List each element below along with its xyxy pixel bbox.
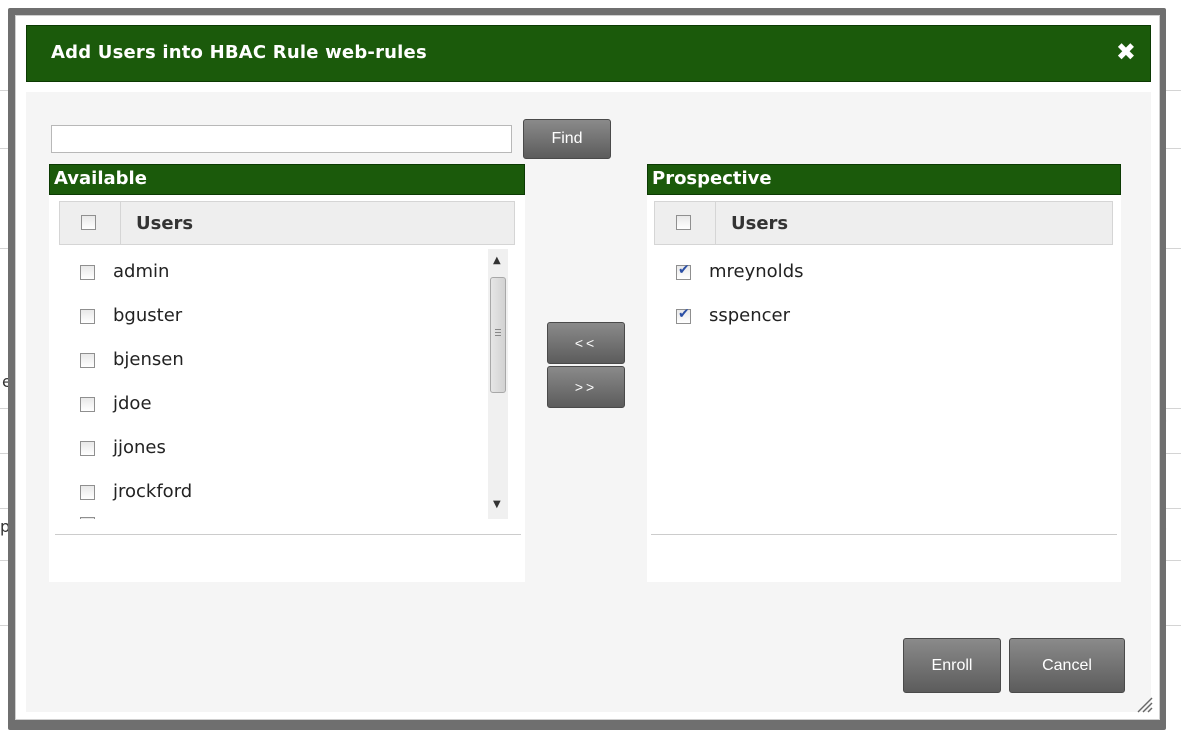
prospective-panel: Prospective Users mreynolds sspencer (647, 164, 1121, 582)
select-all-cell (60, 202, 121, 244)
find-button[interactable]: Find (523, 119, 611, 159)
select-all-cell (655, 202, 716, 244)
available-header: Available (49, 164, 525, 195)
prospective-header: Prospective (647, 164, 1121, 195)
list-item[interactable]: bjensen (113, 349, 184, 370)
available-scrollbar[interactable]: ▲ ▼ (488, 249, 508, 519)
scrollbar-thumb[interactable] (490, 277, 506, 393)
list-item[interactable]: jjones (113, 437, 166, 458)
list-item[interactable]: admin (113, 261, 169, 282)
dialog-title: Add Users into HBAC Rule web-rules (51, 42, 427, 63)
list-item[interactable]: mreynolds (709, 261, 804, 282)
grip-line (495, 329, 501, 330)
move-right-button[interactable]: >> (547, 366, 625, 408)
dialog-titlebar[interactable]: Add Users into HBAC Rule web-rules ✖ (26, 25, 1151, 82)
available-footer-divider (55, 534, 521, 535)
available-column-label: Users (136, 213, 194, 234)
scroll-up-arrow-icon[interactable]: ▲ (493, 255, 501, 266)
available-item-checkbox[interactable] (80, 309, 95, 324)
cancel-button[interactable]: Cancel (1009, 638, 1125, 693)
enroll-button[interactable]: Enroll (903, 638, 1001, 693)
move-left-button[interactable]: << (547, 322, 625, 364)
available-item-checkbox[interactable] (80, 265, 95, 280)
available-item-checkbox[interactable] (80, 397, 95, 412)
search-input[interactable] (51, 125, 512, 153)
available-item-checkbox[interactable] (80, 441, 95, 456)
prospective-item-checkbox[interactable] (676, 306, 691, 324)
available-item-checkbox[interactable] (80, 353, 95, 368)
prospective-select-all-checkbox[interactable] (676, 215, 691, 230)
available-column-header: Users (59, 201, 515, 245)
add-users-dialog: Add Users into HBAC Rule web-rules ✖ Fin… (15, 15, 1160, 720)
list-item[interactable]: jdoe (113, 393, 152, 414)
grip-line (495, 332, 501, 333)
available-item-checkbox-partial[interactable] (80, 517, 95, 519)
scroll-down-arrow-icon[interactable]: ▼ (493, 499, 501, 510)
available-select-all-checkbox[interactable] (81, 215, 96, 230)
resize-grip-icon[interactable] (1135, 695, 1153, 713)
prospective-column-label: Users (731, 213, 789, 234)
prospective-footer-divider (651, 534, 1117, 535)
available-item-checkbox[interactable] (80, 485, 95, 500)
available-panel: Available Users admin bguster bjensen jd… (49, 164, 525, 582)
prospective-column-header: Users (654, 201, 1113, 245)
close-icon[interactable]: ✖ (1116, 38, 1136, 66)
grip-line (495, 335, 501, 336)
prospective-item-checkbox[interactable] (676, 262, 691, 280)
prospective-list: mreynolds sspencer (647, 249, 1121, 519)
list-item[interactable]: sspencer (709, 305, 790, 326)
list-item[interactable]: jrockford (113, 481, 192, 502)
available-list: admin bguster bjensen jdoe jjones jrockf… (49, 249, 525, 519)
dialog-content: Find Available Users admin bguster bjens… (26, 92, 1151, 712)
list-item[interactable]: bguster (113, 305, 182, 326)
